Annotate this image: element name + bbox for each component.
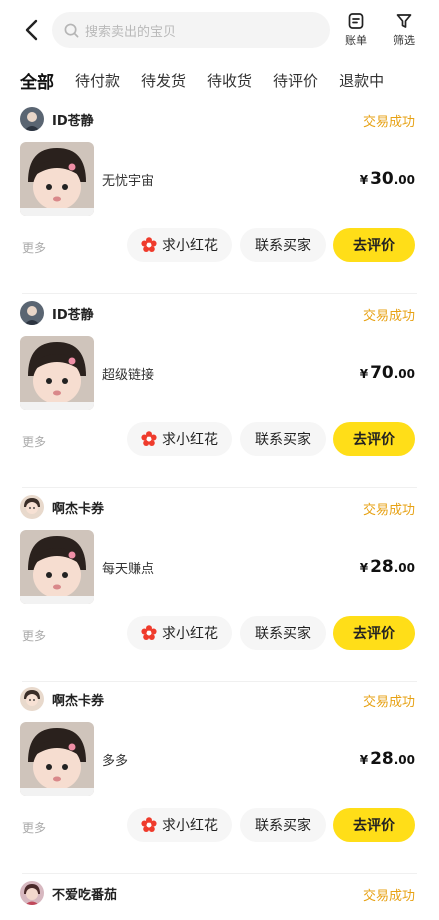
shop-row[interactable]: ID苍静 — [20, 300, 94, 326]
review-button[interactable]: 去评价 — [333, 228, 415, 262]
product-title[interactable]: 每天赚点 — [102, 558, 154, 577]
order-card[interactable]: 不爱吃番茄 交易成功 — [0, 874, 439, 920]
product-price: ¥28.00 — [359, 749, 415, 769]
status-badge: 交易成功 — [362, 309, 415, 324]
bill-button[interactable]: 账单 — [334, 12, 378, 48]
back-button[interactable] — [16, 12, 46, 48]
order-tabs: 全部 待付款 待发货 待收货 待评价 退款中 — [0, 60, 439, 100]
avatar — [20, 107, 44, 131]
product-title[interactable]: 无忧宇宙 — [102, 170, 154, 189]
filter-button[interactable]: 筛选 — [382, 12, 426, 48]
order-card[interactable]: 啊杰卡券 交易成功 每天赚点 ¥28.00 更多 求小红花 联系买家 去评价 — [0, 488, 439, 682]
ask-flower-button[interactable]: 求小红花 — [127, 616, 232, 650]
ask-flower-button[interactable]: 求小红花 — [127, 228, 232, 262]
contact-buyer-button[interactable]: 联系买家 — [240, 228, 326, 262]
product-thumbnail[interactable] — [20, 722, 94, 796]
shop-name: 啊杰卡券 — [52, 501, 105, 517]
tab-refunding[interactable]: 退款中 — [339, 70, 384, 91]
flower-icon — [141, 817, 157, 833]
more-link[interactable]: 更多 — [22, 239, 46, 256]
tab-pending-payment[interactable]: 待付款 — [75, 70, 120, 91]
product-thumbnail[interactable] — [20, 142, 94, 216]
top-bar: 搜索卖出的宝贝 账单 筛选 — [0, 0, 439, 60]
review-button[interactable]: 去评价 — [333, 616, 415, 650]
avatar — [20, 687, 44, 711]
shop-row[interactable]: 啊杰卡券 — [20, 686, 104, 712]
bill-icon — [348, 13, 364, 29]
ask-flower-button[interactable]: 求小红花 — [127, 808, 232, 842]
avatar — [20, 495, 44, 519]
shop-row[interactable]: ID苍静 — [20, 106, 94, 132]
ask-flower-button[interactable]: 求小红花 — [127, 422, 232, 456]
search-icon — [64, 23, 79, 37]
flower-icon — [141, 237, 157, 253]
more-link[interactable]: 更多 — [22, 627, 46, 644]
order-card[interactable]: ID苍静 交易成功 超级链接 ¥70.00 更多 求小红花 联系买家 去评价 — [0, 294, 439, 488]
shop-row[interactable]: 啊杰卡券 — [20, 494, 104, 520]
contact-buyer-button[interactable]: 联系买家 — [240, 616, 326, 650]
review-button[interactable]: 去评价 — [333, 808, 415, 842]
product-price: ¥28.00 — [359, 557, 415, 577]
tab-pending-shipment[interactable]: 待发货 — [141, 70, 186, 91]
shop-row[interactable]: 不爱吃番茄 — [20, 880, 117, 906]
status-badge: 交易成功 — [362, 503, 415, 518]
search-placeholder: 搜索卖出的宝贝 — [85, 24, 177, 40]
shop-name: ID苍静 — [52, 113, 94, 129]
tab-all[interactable]: 全部 — [20, 68, 54, 95]
tab-pending-receipt[interactable]: 待收货 — [207, 70, 252, 91]
back-arrow-icon — [25, 19, 38, 41]
review-button[interactable]: 去评价 — [333, 422, 415, 456]
flower-icon — [141, 625, 157, 641]
status-badge: 交易成功 — [362, 115, 415, 130]
order-card[interactable]: ID苍静 交易成功 无忧宇宙 ¥30.00 更多 求小红花 联系买家 去评价 — [0, 100, 439, 294]
avatar — [20, 301, 44, 325]
filter-icon — [396, 14, 412, 28]
status-badge: 交易成功 — [362, 889, 415, 904]
product-thumbnail[interactable] — [20, 336, 94, 410]
product-title[interactable]: 超级链接 — [102, 364, 154, 383]
product-price: ¥30.00 — [359, 169, 415, 189]
product-price: ¥70.00 — [359, 363, 415, 383]
status-badge: 交易成功 — [362, 695, 415, 710]
filter-label: 筛选 — [393, 34, 415, 47]
contact-buyer-button[interactable]: 联系买家 — [240, 422, 326, 456]
shop-name: ID苍静 — [52, 307, 94, 323]
product-title[interactable]: 多多 — [102, 750, 128, 769]
order-card[interactable]: 啊杰卡券 交易成功 多多 ¥28.00 更多 求小红花 联系买家 去评价 — [0, 680, 439, 874]
tab-pending-review[interactable]: 待评价 — [273, 70, 318, 91]
bill-label: 账单 — [345, 34, 367, 47]
flower-icon — [141, 431, 157, 447]
shop-name: 不爱吃番茄 — [52, 887, 118, 903]
product-thumbnail[interactable] — [20, 530, 94, 604]
search-input[interactable]: 搜索卖出的宝贝 — [52, 12, 330, 48]
contact-buyer-button[interactable]: 联系买家 — [240, 808, 326, 842]
avatar — [20, 881, 44, 905]
shop-name: 啊杰卡券 — [52, 693, 105, 709]
more-link[interactable]: 更多 — [22, 819, 46, 836]
more-link[interactable]: 更多 — [22, 433, 46, 450]
